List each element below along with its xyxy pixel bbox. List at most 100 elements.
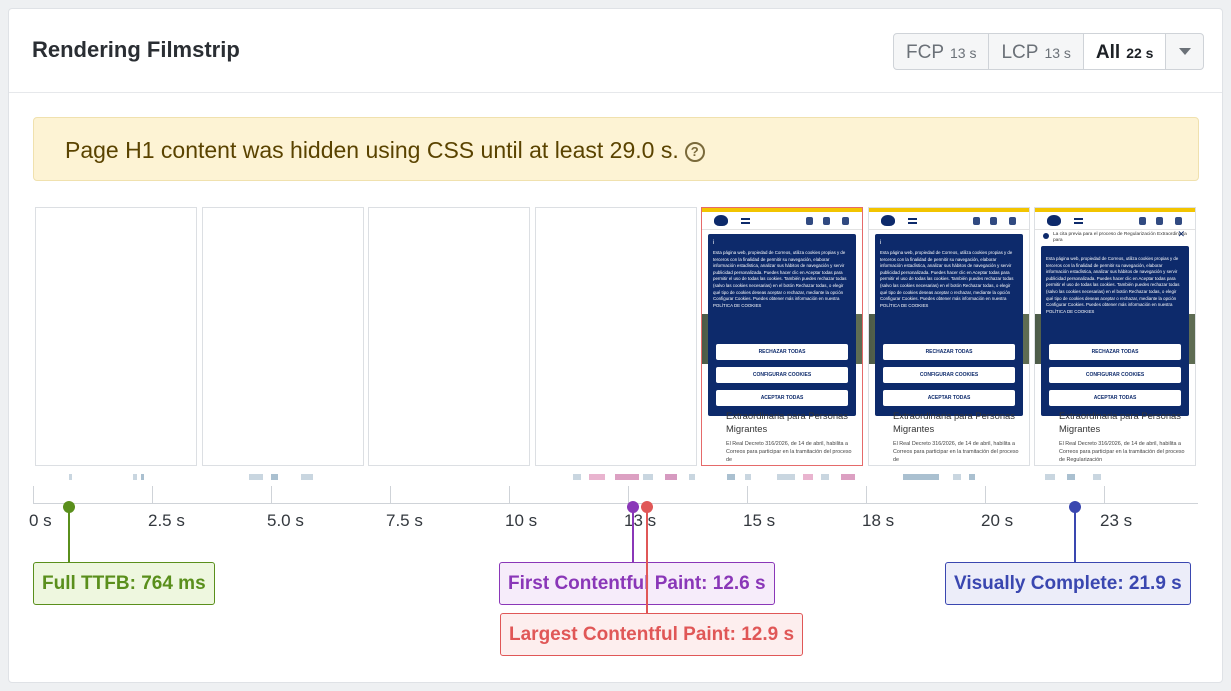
axis-tick bbox=[509, 486, 510, 503]
filter-fcp-button[interactable]: FCP 13 s bbox=[894, 34, 990, 69]
search-icon bbox=[1139, 217, 1146, 225]
user-icon bbox=[1009, 217, 1016, 225]
site-nav bbox=[702, 212, 862, 230]
activity-dot bbox=[969, 474, 975, 480]
ttfb-marker-dot[interactable] bbox=[63, 501, 75, 513]
activity-dot bbox=[727, 474, 735, 480]
axis-tick bbox=[985, 486, 986, 503]
activity-dot bbox=[69, 474, 72, 480]
search-icon bbox=[806, 217, 813, 225]
fcp-badge[interactable]: First Contentful Paint: 12.6 s bbox=[499, 562, 775, 605]
vc-marker-dot[interactable] bbox=[1069, 501, 1081, 513]
filmstrip-frame-lcp[interactable]: i Esta página web, propiedad de Correos,… bbox=[701, 207, 863, 466]
filter-all-value: 22 s bbox=[1126, 45, 1154, 61]
page-paragraph: El Real Decreto 316/2026, de 14 de abril… bbox=[893, 441, 1019, 463]
filmstrip-frame[interactable] bbox=[35, 207, 197, 466]
activity-dot bbox=[615, 474, 639, 480]
correos-logo-icon bbox=[881, 215, 895, 226]
activity-dot bbox=[643, 474, 653, 480]
lcp-marker-line bbox=[646, 507, 648, 613]
page-screenshot: i Esta página web, propiedad de Correos,… bbox=[869, 208, 1029, 465]
axis-tick bbox=[747, 486, 748, 503]
cookie-modal: i Esta página web, propiedad de Correos,… bbox=[875, 234, 1023, 416]
menu-icon bbox=[741, 218, 750, 224]
menu-icon bbox=[908, 218, 917, 224]
vc-marker-line bbox=[1074, 507, 1076, 562]
activity-dot bbox=[1045, 474, 1055, 480]
close-icon: ✕ bbox=[1177, 229, 1185, 239]
filter-all-label: All bbox=[1095, 42, 1121, 63]
axis-tick bbox=[866, 486, 867, 503]
filmstrip-frame[interactable] bbox=[535, 207, 697, 466]
cookie-modal: Esta página web, propiedad de Correos, u… bbox=[1041, 246, 1189, 416]
filmstrip-frame[interactable] bbox=[202, 207, 364, 466]
activity-dot bbox=[665, 474, 677, 480]
axis-tick-label: 15 s bbox=[743, 511, 776, 530]
filmstrip-frame[interactable]: Esta página web, propiedad de Correos, u… bbox=[1034, 207, 1196, 466]
axis-tick-label: 7.5 s bbox=[386, 511, 423, 530]
fcp-marker-line bbox=[632, 507, 634, 562]
activity-dot bbox=[903, 474, 939, 480]
configure-cookies-button: CONFIGURAR COOKIES bbox=[883, 367, 1015, 383]
timeline-axis bbox=[33, 503, 1198, 504]
page-heading: Extraordinaria para Personas Migrantes bbox=[893, 410, 1015, 434]
info-icon bbox=[1043, 233, 1049, 239]
filter-fcp-value: 13 s bbox=[950, 45, 977, 61]
lcp-badge[interactable]: Largest Contentful Paint: 12.9 s bbox=[500, 613, 804, 656]
activity-dot bbox=[953, 474, 961, 480]
activity-dot bbox=[745, 474, 751, 480]
activity-dot bbox=[249, 474, 263, 480]
filmstrip-frame[interactable] bbox=[368, 207, 530, 466]
reject-all-button: RECHAZAR TODAS bbox=[716, 344, 848, 360]
activity-dot bbox=[573, 474, 581, 480]
filter-fcp-label: FCP bbox=[906, 42, 944, 63]
accept-all-button: ACEPTAR TODAS bbox=[1049, 390, 1181, 406]
ttfb-marker-line bbox=[68, 507, 70, 562]
help-icon[interactable]: ? bbox=[684, 142, 705, 162]
axis-tick-label: 2.5 s bbox=[148, 511, 185, 530]
rendering-filmstrip-card: Rendering Filmstrip FCP 13 s LCP 13 s Al… bbox=[8, 8, 1223, 683]
cookie-text: Esta página web, propiedad de Correos, u… bbox=[1046, 256, 1180, 314]
warning-message: Page H1 content was hidden using CSS unt… bbox=[65, 137, 705, 164]
user-icon bbox=[1175, 217, 1182, 225]
lcp-marker-dot[interactable] bbox=[641, 501, 653, 513]
axis-tick bbox=[1104, 486, 1105, 503]
cookie-text: Esta página web, propiedad de Correos, u… bbox=[713, 250, 847, 308]
filmstrip-frame[interactable]: i Esta página web, propiedad de Correos,… bbox=[868, 207, 1030, 466]
accept-all-button: ACEPTAR TODAS bbox=[883, 390, 1015, 406]
cookie-text: Esta página web, propiedad de Correos, u… bbox=[880, 250, 1014, 308]
configure-cookies-button: CONFIGURAR COOKIES bbox=[716, 367, 848, 383]
correos-logo-icon bbox=[714, 215, 728, 226]
activity-dot bbox=[271, 474, 278, 480]
reject-all-button: RECHAZAR TODAS bbox=[883, 344, 1015, 360]
filter-all-button[interactable]: All 22 s bbox=[1083, 34, 1167, 69]
configure-cookies-button: CONFIGURAR COOKIES bbox=[1049, 367, 1181, 383]
activity-dot bbox=[777, 474, 795, 480]
cookie-modal: i Esta página web, propiedad de Correos,… bbox=[708, 234, 856, 416]
site-nav bbox=[869, 212, 1029, 230]
filter-lcp-button[interactable]: LCP 13 s bbox=[989, 34, 1084, 69]
axis-tick bbox=[390, 486, 391, 503]
warning-text: Page H1 content was hidden using CSS unt… bbox=[65, 137, 679, 163]
appointment-notice: La cita previa para el proceso de Regula… bbox=[1041, 230, 1189, 246]
filter-dropdown-button[interactable] bbox=[1166, 34, 1203, 69]
ttfb-badge[interactable]: Full TTFB: 764 ms bbox=[33, 562, 215, 605]
request-activity-strip bbox=[33, 474, 1198, 480]
activity-dot bbox=[141, 474, 144, 480]
page-paragraph: El Real Decreto 316/2026, de 14 de abril… bbox=[1059, 441, 1185, 463]
fcp-marker-dot[interactable] bbox=[627, 501, 639, 513]
page-heading: Extraordinaria para Personas Migrantes bbox=[1059, 410, 1181, 434]
reject-all-button: RECHAZAR TODAS bbox=[1049, 344, 1181, 360]
chevron-down-icon bbox=[1178, 48, 1191, 55]
page-heading: Extraordinaria para Personas Migrantes bbox=[726, 410, 848, 434]
menu-icon bbox=[1074, 218, 1083, 224]
page-content: Extraordinaria para Personas Migrantes E… bbox=[726, 409, 856, 464]
page-content: Extraordinaria para Personas Migrantes E… bbox=[893, 409, 1023, 464]
vc-badge[interactable]: Visually Complete: 21.9 s bbox=[945, 562, 1191, 605]
filter-lcp-label: LCP bbox=[1001, 42, 1039, 63]
axis-tick bbox=[628, 486, 629, 503]
axis-tick-label: 0 s bbox=[29, 511, 52, 530]
page-screenshot: Esta página web, propiedad de Correos, u… bbox=[1035, 208, 1195, 465]
page-screenshot: i Esta página web, propiedad de Correos,… bbox=[702, 208, 862, 465]
correos-logo-icon bbox=[1047, 215, 1061, 226]
